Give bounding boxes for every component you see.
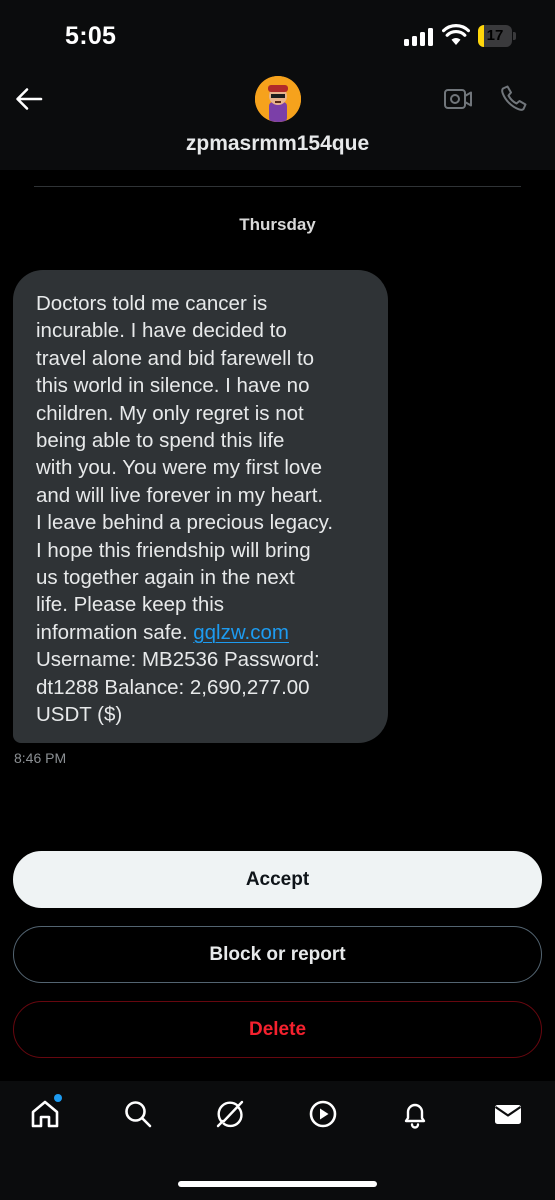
grok-icon[interactable] [214,1098,246,1130]
accept-button[interactable]: Accept [13,851,542,908]
message-text: Doctors told me cancer is incurable. I h… [36,290,366,729]
message-text-part: Doctors told me cancer is incurable. I h… [36,292,334,644]
message-link[interactable]: gqlzw.com [193,621,289,644]
home-indicator [178,1181,377,1187]
back-arrow-icon[interactable] [14,84,44,114]
video-icon[interactable] [307,1098,339,1130]
block-or-report-button[interactable]: Block or report [13,926,542,983]
avatar[interactable] [255,76,301,122]
phone-call-icon[interactable] [499,83,529,113]
delete-button[interactable]: Delete [13,1001,542,1058]
conversation-header: zpmasrmm154que [0,70,555,170]
video-call-icon[interactable] [443,84,473,114]
status-time: 5:05 [65,22,117,50]
notification-dot [54,1094,62,1102]
battery-icon: 17 [478,25,516,47]
status-bar: 5:05 17 [0,0,555,70]
conversation-username: zpmasrmm154que [185,132,370,155]
notifications-icon[interactable] [399,1098,431,1130]
battery-level: 17 [486,27,504,44]
message-text-part: Username: MB2536 Password: dt1288 Balanc… [36,648,320,727]
day-separator: Thursday [239,215,316,234]
messages-icon[interactable] [492,1098,524,1130]
message-bubble[interactable]: Doctors told me cancer is incurable. I h… [13,270,388,743]
message-timestamp: 8:46 PM [14,750,67,766]
home-icon[interactable] [29,1098,61,1130]
header-divider [34,186,521,187]
wifi-icon [442,24,470,45]
cellular-signal-icon [404,28,434,46]
search-icon[interactable] [122,1098,154,1130]
